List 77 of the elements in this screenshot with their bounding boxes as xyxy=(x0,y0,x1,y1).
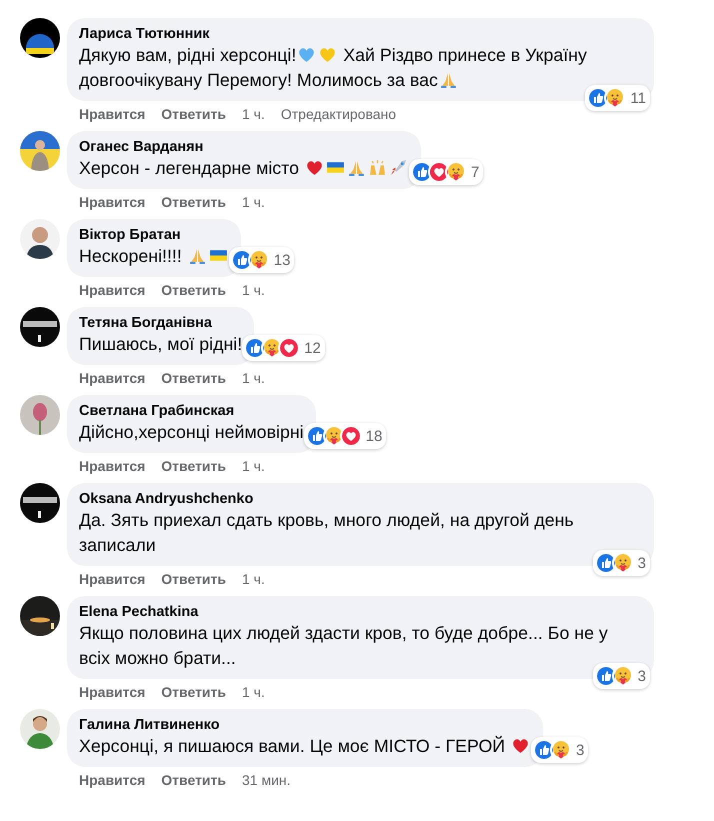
reactions-badge[interactable]: 13 xyxy=(228,247,294,273)
care-icon xyxy=(612,665,634,687)
comment-text: записали xyxy=(79,535,156,555)
care-icon xyxy=(612,552,634,574)
love-icon xyxy=(340,425,362,447)
reactions-badge[interactable]: 11 xyxy=(585,85,650,111)
reaction-count: 3 xyxy=(638,668,646,684)
reaction-count: 13 xyxy=(274,252,290,268)
timestamp[interactable]: 1 ч. xyxy=(242,458,265,474)
reactions-badge[interactable]: 7 xyxy=(408,159,484,185)
timestamp[interactable]: 1 ч. xyxy=(242,571,265,587)
reactions-badge[interactable]: 3 xyxy=(592,663,650,689)
comment-text: Нескорені!!!! xyxy=(79,246,183,266)
author-name[interactable]: Светлана Грабинская xyxy=(79,403,304,420)
care-icon xyxy=(248,249,270,271)
timestamp[interactable]: 1 ч. xyxy=(242,106,265,122)
like-link[interactable]: Нравится xyxy=(79,772,146,788)
timestamp[interactable]: 1 ч. xyxy=(242,684,265,700)
love-icon xyxy=(428,161,450,183)
edited-label: Отредактировано xyxy=(280,106,396,122)
author-name[interactable]: Оганес Варданян xyxy=(79,139,409,156)
like-icon xyxy=(533,739,556,761)
timestamp[interactable]: 1 ч. xyxy=(242,370,265,386)
comment-text: всіх можно брати... xyxy=(79,648,236,668)
like-icon xyxy=(594,665,617,687)
reply-link[interactable]: Ответить xyxy=(161,571,226,587)
like-icon xyxy=(594,552,617,574)
reaction-count: 3 xyxy=(576,742,584,758)
comment-text: Пишаюсь, мої рідні! xyxy=(79,334,242,354)
rocket-icon xyxy=(388,158,408,177)
timestamp[interactable]: 1 ч. xyxy=(242,282,265,298)
reaction-count: 7 xyxy=(470,164,480,180)
like-icon xyxy=(306,425,328,447)
raised-hands-icon xyxy=(368,158,387,177)
like-link[interactable]: Нравится xyxy=(79,458,146,474)
author-name[interactable]: Тетяна Богданівна xyxy=(79,315,242,332)
reply-link[interactable]: Ответить xyxy=(161,106,226,122)
reply-link[interactable]: Ответить xyxy=(161,684,226,700)
reaction-count: 18 xyxy=(366,428,382,444)
author-name[interactable]: Oksana Andryushchenko xyxy=(79,491,642,508)
like-icon xyxy=(230,249,253,271)
author-name[interactable]: Лариса Тютюнник xyxy=(79,26,642,43)
timestamp[interactable]: 1 ч. xyxy=(242,194,265,210)
reply-link[interactable]: Ответить xyxy=(161,458,226,474)
like-link[interactable]: Нравится xyxy=(79,194,146,210)
comment-text: Хай Різдво принесе в Україну xyxy=(342,45,587,65)
reply-link[interactable]: Ответить xyxy=(161,194,226,210)
like-icon xyxy=(244,337,266,359)
like-link[interactable]: Нравится xyxy=(79,684,146,700)
comment-text: Дякую вам, рідні херсонці! xyxy=(79,45,296,65)
like-link[interactable]: Нравится xyxy=(79,370,146,386)
love-icon xyxy=(278,337,300,359)
reactions-badge[interactable]: 18 xyxy=(304,423,386,449)
reply-link[interactable]: Ответить xyxy=(161,282,226,298)
like-link[interactable]: Нравится xyxy=(79,571,146,587)
comment-text: Да. Зять приехал сдать кровь, много людей, на другой день xyxy=(79,510,574,530)
comment-text: Якщо половина цих людей здасти кров, то буде добре... Бо не у xyxy=(79,623,608,643)
comment-text: Дійсно,херсонці неймовірні xyxy=(79,422,304,442)
author-name[interactable]: Віктор Братан xyxy=(79,227,229,244)
reaction-count: 3 xyxy=(638,554,646,572)
comment-text: Херсон - легендарне місто xyxy=(79,158,300,178)
like-link[interactable]: Нравится xyxy=(79,282,146,298)
reactions-badge[interactable]: 12 xyxy=(242,335,325,361)
care-icon xyxy=(444,161,467,183)
comment-text: довгоочікувану Перемогу! Молимось за вас xyxy=(79,70,438,90)
like-link[interactable]: Нравится xyxy=(79,106,146,122)
reaction-count: 11 xyxy=(630,90,646,106)
reply-link[interactable]: Ответить xyxy=(161,772,226,788)
like-icon xyxy=(587,87,610,109)
reply-link[interactable]: Ответить xyxy=(161,370,226,386)
comment-text: Херсонці, я пишаюся вами. Це моє МІСТО - ГЕРОЙ xyxy=(79,736,506,756)
reactions-badge[interactable]: 3 xyxy=(592,550,650,576)
timestamp[interactable]: 31 мин. xyxy=(242,772,291,788)
author-name[interactable]: Elena Pechatkina xyxy=(79,604,642,621)
reaction-count: 12 xyxy=(304,340,321,356)
reactions-badge[interactable]: 3 xyxy=(531,737,588,763)
author-name[interactable]: Галина Литвиненко xyxy=(79,717,532,734)
